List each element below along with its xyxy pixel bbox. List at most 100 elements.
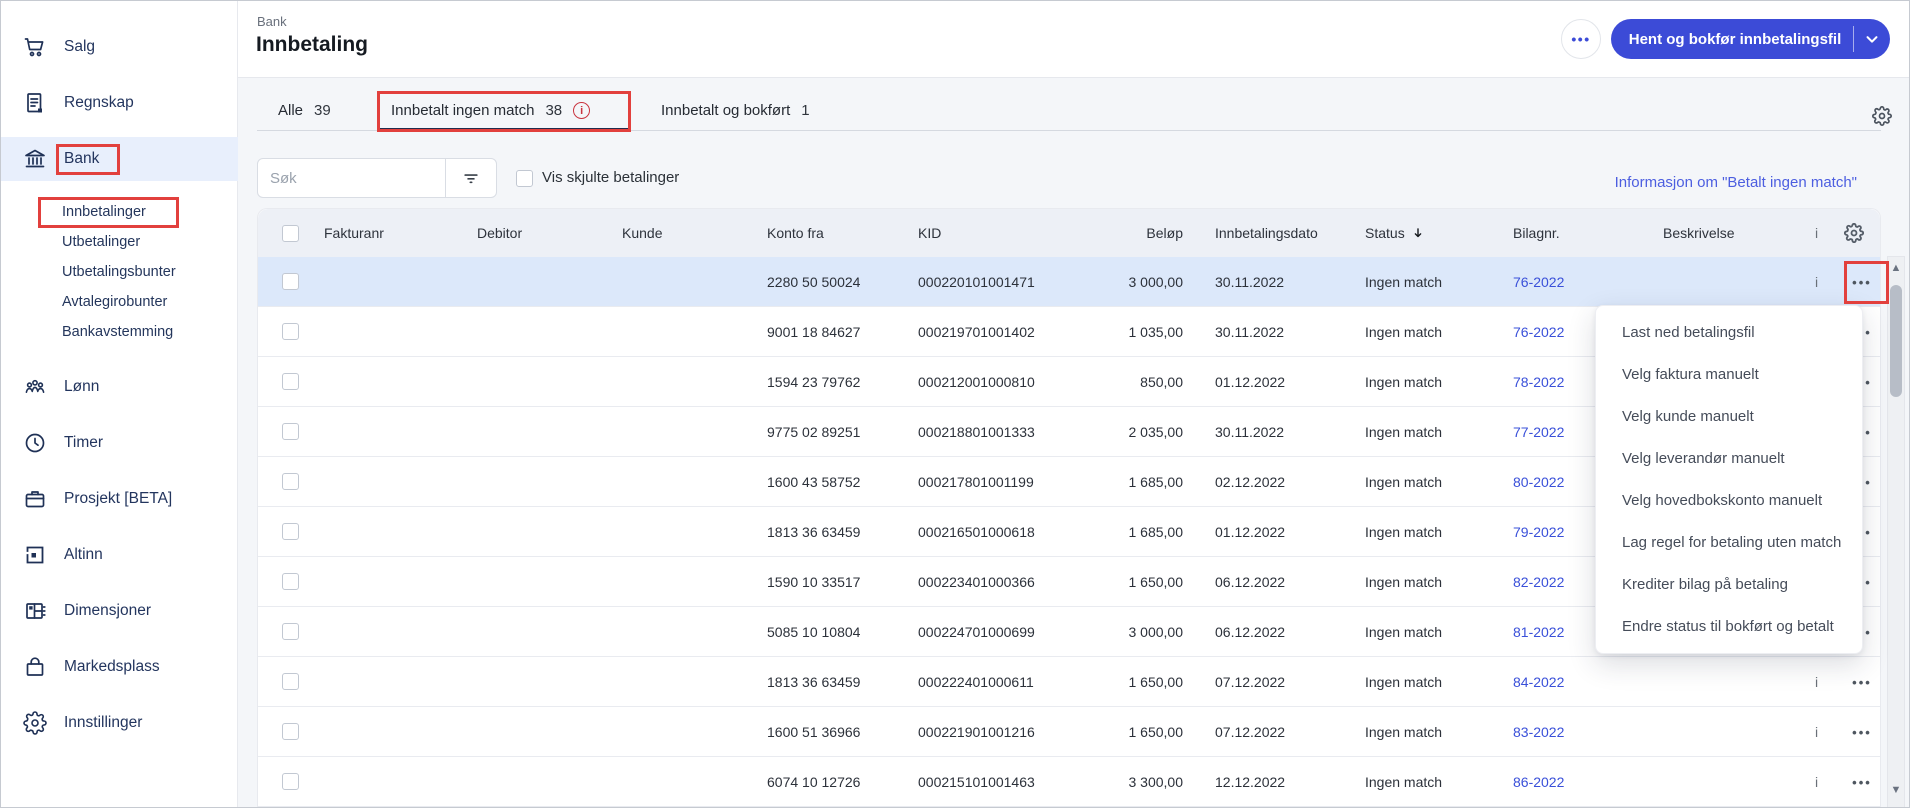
row-actions-button[interactable]: ••• [1842,657,1880,707]
sidebar-subitem-avtalegirobunter[interactable]: Avtalegirobunter [62,290,167,314]
document-icon [23,91,47,115]
row-actions-button[interactable]: ••• [1842,757,1880,807]
context-menu-item[interactable]: Velg faktura manuelt [1596,354,1862,394]
cell-belop: 1 650,00 [1128,724,1184,740]
search-input[interactable] [258,159,445,197]
scrollbar-thumb[interactable] [1890,285,1902,397]
row-checkbox[interactable] [282,673,299,690]
context-menu-item[interactable]: Velg kunde manuelt [1596,396,1862,436]
column-header-kid[interactable]: KID [918,209,1038,257]
sidebar-item-regnskap[interactable]: Regnskap [1,81,238,125]
row-checkbox[interactable] [282,473,299,490]
bilag-link[interactable]: 76-2022 [1513,257,1564,307]
sidebar-item-altinn[interactable]: Altinn [1,533,238,577]
column-header-debitor[interactable]: Debitor [477,209,522,257]
bilag-link[interactable]: 76-2022 [1513,307,1564,357]
bilag-link[interactable]: 86-2022 [1513,757,1564,807]
sidebar-item-salg[interactable]: Salg [1,25,238,69]
row-checkbox[interactable] [282,573,299,590]
cell-belop: 1 685,00 [1128,474,1184,490]
row-actions-button[interactable]: ••• [1842,707,1880,757]
row-checkbox[interactable] [282,373,299,390]
vertical-scrollbar[interactable]: ▲ ▼ [1887,256,1905,807]
row-checkbox[interactable] [282,723,299,740]
column-header-konto-fra[interactable]: Konto fra [767,209,824,257]
info-icon[interactable]: i [573,102,591,119]
select-all-checkbox[interactable] [282,225,299,242]
sidebar-subitem-utbetalinger[interactable]: Utbetalinger [62,230,140,254]
bank-icon [23,147,47,171]
fetch-and-book-paymentfile-button[interactable]: Hent og bokfør innbetalingsfil [1611,19,1890,59]
table-row[interactable]: 1600 51 36966 000221901001216 1 650,00 0… [258,707,1880,757]
cell-kid: 000216501000618 [918,524,1035,540]
bilag-link[interactable]: 77-2022 [1513,407,1564,457]
scroll-up-icon[interactable]: ▲ [1888,259,1904,277]
column-header-fakturanr[interactable]: Fakturanr [324,209,384,257]
info-link[interactable]: Informasjon om "Betalt ingen match" [1615,174,1857,191]
context-menu-item[interactable]: Velg leverandør manuelt [1596,438,1862,478]
context-menu-item[interactable]: Lag regel for betaling uten match [1596,523,1862,563]
bilag-link[interactable]: 82-2022 [1513,557,1564,607]
bilag-link[interactable]: 81-2022 [1513,607,1564,657]
sidebar-subitem-bankavstemming[interactable]: Bankavstemming [62,320,173,344]
context-menu-item[interactable]: Krediter bilag på betaling [1596,565,1862,605]
tab-settings-gear-icon[interactable] [1872,106,1892,126]
column-header-status[interactable]: Status [1365,209,1425,257]
cell-status: Ingen match [1365,474,1443,490]
sidebar-subitem-utbetalingsbunter[interactable]: Utbetalingsbunter [62,260,176,284]
column-header-beskrivelse[interactable]: Beskrivelse [1663,209,1735,257]
bilag-link[interactable]: 83-2022 [1513,707,1564,757]
context-menu-item[interactable]: Endre status til bokført og betalt [1596,607,1862,647]
chevron-down-icon[interactable] [1854,30,1890,48]
table-row[interactable]: 1813 36 63459 000222401000611 1 650,00 0… [258,657,1880,707]
sidebar-item-bank[interactable]: Bank [1,137,238,181]
cell-kid: 000221901001216 [918,724,1035,740]
breadcrumb: Bank [257,14,287,29]
sidebar-item-dimensjoner[interactable]: Dimensjoner [1,589,238,633]
column-header-innbetalingsdato[interactable]: Innbetalingsdato [1215,209,1318,257]
sidebar-item-innstillinger[interactable]: Innstillinger [1,701,238,745]
row-checkbox[interactable] [282,523,299,540]
table-row[interactable]: 6074 10 12726 000215101001463 3 300,00 1… [258,757,1880,807]
scroll-down-icon[interactable]: ▼ [1888,781,1904,799]
column-header-kunde[interactable]: Kunde [622,209,662,257]
search-box [257,158,497,198]
sidebar-item-timer[interactable]: Timer [1,421,238,465]
row-checkbox[interactable] [282,773,299,790]
row-checkbox[interactable] [282,323,299,340]
cart-icon [23,35,47,59]
bilag-link[interactable]: 78-2022 [1513,357,1564,407]
column-header-belop[interactable]: Beløp [1063,209,1183,257]
cell-kid: 000222401000611 [918,674,1034,690]
sidebar-subitem-innbetalinger[interactable]: Innbetalinger [62,200,146,224]
tab-innbetalt-ingen-match[interactable]: Innbetalt ingen match 38 i [391,102,591,119]
bilag-link[interactable]: 84-2022 [1513,657,1564,707]
row-actions-button[interactable]: ••• [1842,257,1880,307]
bilag-link[interactable]: 80-2022 [1513,457,1564,507]
table-settings-gear-icon[interactable] [1844,223,1864,243]
cell-innbetalingsdato: 30.11.2022 [1215,274,1285,290]
sort-descending-icon [1411,226,1425,240]
bilag-link[interactable]: 79-2022 [1513,507,1564,557]
column-header-bilagnr[interactable]: Bilagnr. [1513,209,1560,257]
cell-konto-fra: 1590 10 33517 [767,574,861,590]
truncated-text-marker: i [1815,724,1819,740]
tab-innbetalt-og-bokfort[interactable]: Innbetalt og bokført 1 [661,102,810,119]
filter-icon[interactable] [445,159,496,197]
cell-konto-fra: 1813 36 63459 [767,524,861,540]
page-title: Innbetaling [256,33,368,56]
row-checkbox[interactable] [282,623,299,640]
sidebar-item-markedsplass[interactable]: Markedsplass [1,645,238,689]
context-menu-item[interactable]: Last ned betalingsfil [1596,312,1862,352]
table-row[interactable]: 2280 50 50024 000220101001471 3 000,00 3… [258,257,1880,307]
cell-innbetalingsdato: 01.12.2022 [1215,524,1286,540]
tab-alle[interactable]: Alle 39 [278,102,331,119]
row-checkbox[interactable] [282,423,299,440]
sidebar-item-prosjekt[interactable]: Prosjekt [BETA] [1,477,238,521]
header-more-button[interactable]: ••• [1561,19,1601,59]
row-checkbox[interactable] [282,273,299,290]
show-hidden-payments-checkbox[interactable] [516,170,533,187]
sidebar-item-lonn[interactable]: Lønn [1,365,238,409]
cell-belop: 2 035,00 [1128,424,1184,440]
context-menu-item[interactable]: Velg hovedbokskonto manuelt [1596,481,1862,521]
